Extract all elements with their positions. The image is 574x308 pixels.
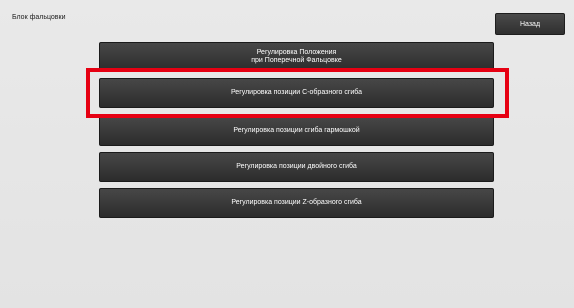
cross-fold-position-button[interactable]: Регулировка Положения при Поперечной Фал… xyxy=(99,42,494,72)
menu-item-label: Регулировка позиции двойного сгиба xyxy=(236,163,357,170)
menu-item-label-line-2: при Поперечной Фальцовке xyxy=(251,57,342,64)
menu-item-label-line-1: Регулировка Положения xyxy=(256,49,337,56)
z-fold-position-button[interactable]: Регулировка позиции Z-образного сгиба xyxy=(99,188,494,218)
page-title: Блок фальцовки xyxy=(12,14,66,21)
accordion-fold-position-button[interactable]: Регулировка позиции сгиба гармошкой xyxy=(99,116,494,146)
double-fold-position-button[interactable]: Регулировка позиции двойного сгиба xyxy=(99,152,494,182)
folding-unit-screen: Блок фальцовки Назад Регулировка Положен… xyxy=(0,0,574,308)
menu-item-label: Регулировка позиции Z-образного сгиба xyxy=(231,199,362,206)
c-fold-position-button[interactable]: Регулировка позиции C-образного сгиба xyxy=(99,78,494,108)
back-button[interactable]: Назад xyxy=(495,13,565,35)
menu-item-label: Регулировка позиции C-образного сгиба xyxy=(230,89,363,96)
menu-item-label: Регулировка позиции сгиба гармошкой xyxy=(233,127,360,134)
